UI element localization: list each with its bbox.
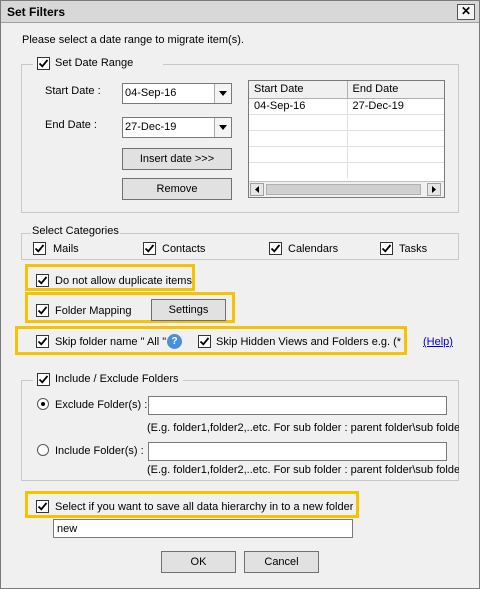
- include-exclude-label: Include / Exclude Folders: [55, 373, 179, 385]
- cancel-button[interactable]: Cancel: [244, 551, 319, 573]
- settings-button[interactable]: Settings: [151, 299, 226, 321]
- folders-header: Include / Exclude Folders: [33, 372, 183, 388]
- date-range-table: Start Date End Date 04-Sep-16 27-Dec-19: [248, 80, 445, 198]
- table-row[interactable]: 04-Sep-16 27-Dec-19: [249, 98, 444, 115]
- chevron-down-icon[interactable]: [214, 84, 231, 103]
- mails-checkbox[interactable]: [33, 242, 46, 255]
- insert-date-button[interactable]: Insert date >>>: [122, 148, 232, 170]
- start-date-label: Start Date :: [45, 85, 101, 97]
- include-exclude-checkbox[interactable]: [37, 373, 50, 386]
- skip-hidden-label: Skip Hidden Views and Folders e.g. (*: [216, 336, 402, 348]
- column-header-start[interactable]: Start Date: [249, 81, 348, 99]
- include-folders-input[interactable]: [148, 442, 447, 461]
- exclude-folders-label: Exclude Folder(s) :: [55, 399, 148, 411]
- duplicates-label: Do not allow duplicate items: [55, 275, 192, 287]
- calendars-checkbox[interactable]: [269, 242, 282, 255]
- checkmark-icon: [37, 502, 48, 511]
- hierarchy-checkbox[interactable]: [36, 500, 49, 513]
- table-cell-start: 04-Sep-16: [249, 98, 348, 115]
- close-icon: ✕: [460, 4, 472, 18]
- new-folder-input[interactable]: new: [53, 519, 353, 538]
- remove-button[interactable]: Remove: [122, 178, 232, 200]
- set-date-range-checkbox[interactable]: [37, 57, 50, 70]
- start-date-value: 04-Sep-16: [125, 87, 177, 99]
- instruction-text: Please select a date range to migrate it…: [22, 34, 244, 46]
- close-button[interactable]: ✕: [457, 4, 475, 20]
- checkmark-icon: [38, 59, 49, 68]
- end-date-value: 27-Dec-19: [125, 121, 177, 133]
- set-date-range-label: Set Date Range: [55, 57, 134, 69]
- checkmark-icon: [37, 306, 48, 315]
- horizontal-scrollbar[interactable]: [249, 181, 444, 197]
- checkmark-icon: [199, 337, 210, 346]
- skip-all-checkbox[interactable]: [36, 335, 49, 348]
- checkmark-icon: [37, 276, 48, 285]
- folder-mapping-label: Folder Mapping: [55, 305, 132, 317]
- categories-label: Select Categories: [31, 225, 120, 237]
- exclude-folders-input[interactable]: [148, 396, 447, 415]
- checkmark-icon: [381, 244, 392, 253]
- include-folders-label: Include Folder(s) :: [55, 445, 144, 457]
- chevron-down-icon[interactable]: [214, 118, 231, 137]
- checkmark-icon: [144, 244, 155, 253]
- folder-mapping-checkbox[interactable]: [36, 304, 49, 317]
- checkmark-icon: [38, 375, 49, 384]
- exclude-folders-radio[interactable]: [37, 398, 49, 410]
- end-date-picker[interactable]: 27-Dec-19: [122, 117, 232, 138]
- checkmark-icon: [270, 244, 281, 253]
- window-title: Set Filters: [7, 5, 66, 19]
- include-folders-radio[interactable]: [37, 444, 49, 456]
- duplicates-checkbox[interactable]: [36, 274, 49, 287]
- set-filters-dialog: Set Filters ✕ Please select a date range…: [0, 0, 480, 589]
- skip-hidden-checkbox[interactable]: [198, 335, 211, 348]
- table-cell-end: 27-Dec-19: [347, 98, 444, 115]
- help-icon[interactable]: ?: [167, 334, 182, 349]
- skip-all-label: Skip folder name " All ": [55, 336, 167, 348]
- new-folder-value: new: [57, 523, 78, 535]
- column-header-end[interactable]: End Date: [347, 81, 444, 99]
- hierarchy-label: Select if you want to save all data hier…: [55, 501, 353, 513]
- checkmark-icon: [37, 337, 48, 346]
- mails-label: Mails: [53, 243, 79, 255]
- scroll-right-icon[interactable]: [427, 183, 441, 196]
- date-range-header: Set Date Range: [33, 56, 163, 72]
- end-date-label: End Date :: [45, 119, 97, 131]
- scroll-left-icon[interactable]: [250, 183, 264, 196]
- checkmark-icon: [34, 244, 45, 253]
- help-link[interactable]: (Help): [423, 336, 453, 348]
- title-bar: Set Filters ✕: [1, 1, 479, 23]
- ok-button[interactable]: OK: [161, 551, 236, 573]
- scroll-thumb[interactable]: [266, 184, 421, 195]
- tasks-label: Tasks: [399, 243, 428, 255]
- include-folders-hint: (E.g. folder1,folder2,..etc. For sub fol…: [147, 464, 459, 476]
- contacts-checkbox[interactable]: [143, 242, 156, 255]
- contacts-label: Contacts: [162, 243, 206, 255]
- categories-group: [21, 233, 459, 260]
- calendars-label: Calendars: [288, 243, 339, 255]
- tasks-checkbox[interactable]: [380, 242, 393, 255]
- start-date-picker[interactable]: 04-Sep-16: [122, 83, 232, 104]
- exclude-folders-hint: (E.g. folder1,folder2,..etc. For sub fol…: [147, 422, 459, 434]
